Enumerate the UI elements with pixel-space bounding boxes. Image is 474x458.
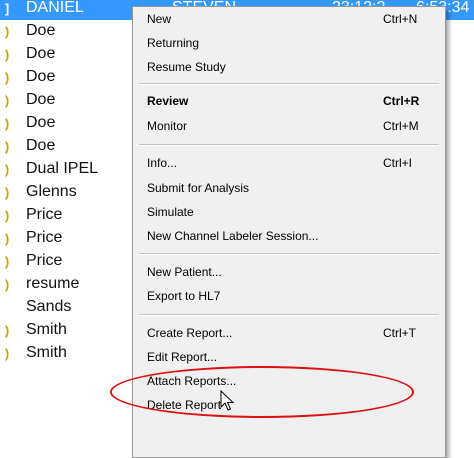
menu-item-info[interactable]: Info... Ctrl+I <box>135 152 443 174</box>
menu-item-label: Create Report... <box>147 326 233 340</box>
menu-item-label: New <box>147 12 172 26</box>
status-marker-icon: ) <box>4 46 10 62</box>
menu-item-simulate[interactable]: Simulate <box>135 201 443 223</box>
menu-item-label: Review <box>147 94 189 108</box>
menu-item-edit-report[interactable]: Edit Report... <box>135 346 443 368</box>
menu-item-shortcut: Ctrl+T <box>383 326 416 340</box>
status-marker-icon: ) <box>4 23 10 39</box>
menu-item-shortcut: Ctrl+M <box>383 119 419 133</box>
status-marker-icon: ] <box>4 0 10 16</box>
menu-item-create-report[interactable]: Create Report... Ctrl+T <box>135 322 443 344</box>
menu-item-new-channel-labeler-session[interactable]: New Channel Labeler Session... <box>135 225 443 247</box>
status-marker-icon: ) <box>4 184 10 200</box>
menu-item-label: Resume Study <box>147 60 226 74</box>
menu-item-label: Submit for Analysis <box>147 181 250 195</box>
menu-item-shortcut: Ctrl+R <box>383 94 420 108</box>
menu-item-returning[interactable]: Returning <box>135 32 443 54</box>
status-marker-icon: ) <box>4 92 10 108</box>
annotation-highlight-ellipse <box>110 366 414 418</box>
menu-item-new[interactable]: New Ctrl+N <box>135 8 443 30</box>
menu-item-label: Simulate <box>147 205 194 219</box>
status-marker-icon: ) <box>4 322 10 338</box>
menu-item-label: Edit Report... <box>147 350 218 364</box>
menu-item-shortcut: Ctrl+N <box>383 12 418 26</box>
patient-first-name: DANIEL <box>26 0 84 16</box>
menu-item-resume-study[interactable]: Resume Study <box>135 56 443 78</box>
menu-item-label: New Channel Labeler Session... <box>147 229 319 243</box>
menu-item-label: New Patient... <box>147 265 222 279</box>
status-marker-icon: ) <box>4 115 10 131</box>
menu-item-shortcut: Ctrl+I <box>383 156 413 170</box>
menu-separator <box>139 144 439 146</box>
menu-item-label: Monitor <box>147 119 188 133</box>
status-marker-icon: ) <box>4 253 10 269</box>
menu-item-export-to-hl7[interactable]: Export to HL7 <box>135 285 443 307</box>
menu-item-label: Export to HL7 <box>147 289 221 303</box>
menu-separator <box>139 253 439 255</box>
menu-item-label: Info... <box>147 156 178 170</box>
menu-item-submit-for-analysis[interactable]: Submit for Analysis <box>135 177 443 199</box>
menu-separator <box>139 314 439 316</box>
status-marker-icon: ) <box>4 138 10 154</box>
menu-item-new-patient[interactable]: New Patient... <box>135 261 443 283</box>
status-marker-icon: ) <box>4 276 10 292</box>
status-marker-icon: ) <box>4 230 10 246</box>
menu-separator <box>139 83 439 85</box>
status-marker-icon: ) <box>4 161 10 177</box>
menu-item-review[interactable]: Review Ctrl+R <box>135 90 443 112</box>
menu-item-monitor[interactable]: Monitor Ctrl+M <box>135 115 443 137</box>
menu-item-label: Returning <box>147 36 200 50</box>
status-marker-icon: ) <box>4 207 10 223</box>
status-marker-icon: ) <box>4 69 10 85</box>
mouse-pointer-icon <box>220 390 235 411</box>
status-marker-icon: ) <box>4 345 10 361</box>
